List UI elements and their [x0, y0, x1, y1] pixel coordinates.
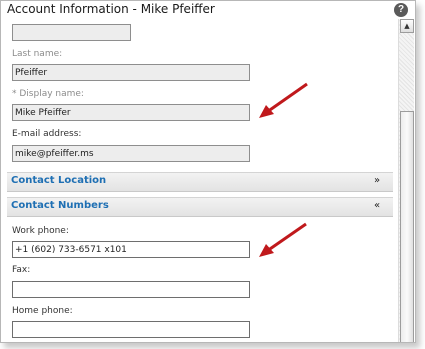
title-bar: Account Information - Mike Pfeiffer ?	[1, 1, 415, 19]
home-phone-label: Home phone:	[12, 306, 73, 316]
email-label: E-mail address:	[12, 129, 82, 139]
contact-numbers-section[interactable]: Contact Numbers «	[7, 197, 393, 217]
display-name-label: * Display name:	[12, 89, 84, 99]
contact-location-section[interactable]: Contact Location »	[7, 172, 393, 192]
top-field[interactable]	[12, 24, 131, 41]
annotation-arrow-work-phone	[259, 222, 307, 257]
form-content: Last name: Pfeiffer * Display name: Mike…	[1, 19, 398, 342]
help-icon[interactable]: ?	[394, 3, 408, 17]
fax-field[interactable]	[12, 281, 250, 298]
last-name-label: Last name:	[12, 49, 63, 59]
window-title: Account Information - Mike Pfeiffer	[7, 2, 215, 16]
annotation-arrow-display-name	[259, 82, 308, 118]
fax-label: Fax:	[12, 265, 31, 275]
expand-chevron-icon[interactable]: »	[374, 175, 380, 186]
contact-numbers-label: Contact Numbers	[11, 200, 109, 211]
account-information-dialog: Account Information - Mike Pfeiffer ? La…	[0, 0, 416, 343]
display-name-field[interactable]: Mike Pfeiffer	[12, 104, 250, 121]
home-phone-field[interactable]	[12, 321, 250, 338]
last-name-field[interactable]: Pfeiffer	[12, 64, 250, 81]
work-phone-field[interactable]: +1 (602) 733-6571 x101	[12, 241, 250, 258]
vertical-scrollbar[interactable]: ▲	[398, 19, 414, 342]
scroll-up-arrow-icon[interactable]: ▲	[400, 19, 414, 33]
scroll-thumb[interactable]	[400, 111, 414, 342]
contact-location-label: Contact Location	[11, 175, 107, 186]
collapse-chevron-icon[interactable]: «	[374, 200, 380, 211]
work-phone-label: Work phone:	[12, 226, 69, 236]
email-field[interactable]: mike@pfeiffer.ms	[12, 145, 250, 162]
